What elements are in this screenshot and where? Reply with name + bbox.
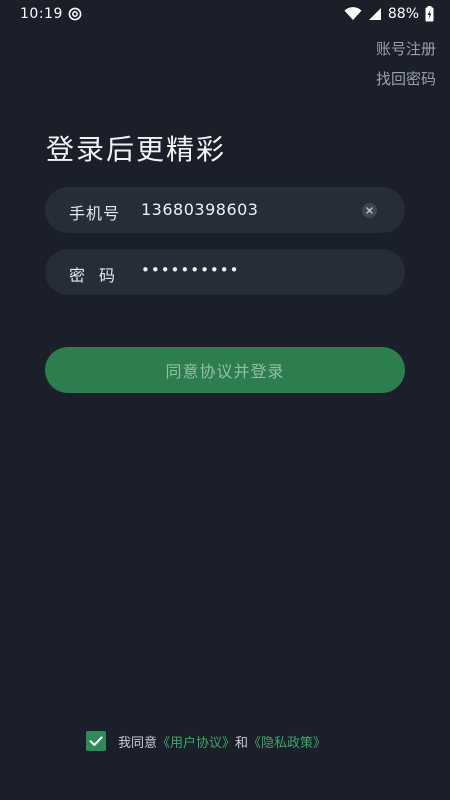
agreement-connector: 和 bbox=[235, 735, 249, 751]
user-agreement-link[interactable]: 《用户协议》 bbox=[157, 732, 235, 751]
phone-input[interactable]: 13680398603 bbox=[141, 200, 258, 219]
page-title: 登录后更精彩 bbox=[46, 133, 227, 166]
password-label: 密码 bbox=[69, 266, 130, 285]
agree-and-login-button[interactable]: 同意协议并登录 bbox=[45, 347, 405, 393]
status-bar: 10:19 88% bbox=[0, 0, 450, 28]
password-input[interactable]: •••••••••• bbox=[141, 261, 239, 279]
agree-checkbox[interactable] bbox=[86, 731, 106, 751]
phone-label: 手机号 bbox=[69, 204, 121, 223]
agreement-row: 我同意 《用户协议》 和 《隐私政策》 bbox=[86, 731, 326, 751]
recover-password-link[interactable]: 找回密码 bbox=[376, 68, 436, 89]
status-time: 10:19 bbox=[20, 6, 63, 22]
password-field[interactable]: 密码 •••••••••• bbox=[45, 249, 405, 295]
at-sign-icon bbox=[68, 7, 82, 21]
privacy-policy-link[interactable]: 《隐私政策》 bbox=[248, 732, 326, 751]
clear-icon[interactable] bbox=[362, 203, 377, 218]
agreement-prefix: 我同意 bbox=[118, 735, 158, 751]
status-indicators: 88% bbox=[344, 5, 434, 23]
register-account-link[interactable]: 账号注册 bbox=[376, 38, 436, 59]
battery-charging-icon bbox=[425, 6, 434, 22]
cellular-signal-icon bbox=[368, 8, 381, 20]
battery-percentage: 88% bbox=[387, 6, 419, 22]
phone-field[interactable]: 手机号 13680398603 bbox=[45, 187, 405, 233]
wifi-icon bbox=[344, 7, 362, 20]
